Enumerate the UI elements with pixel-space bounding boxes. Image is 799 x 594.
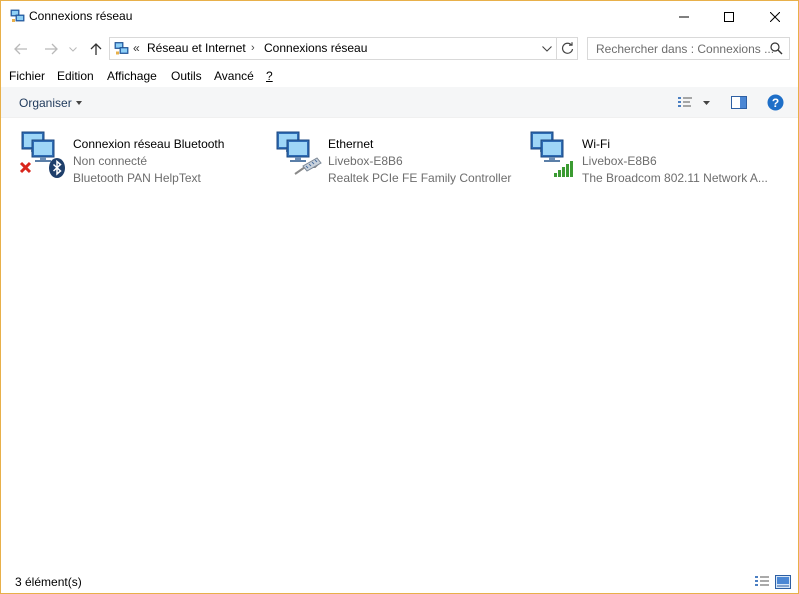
address-history-button[interactable] xyxy=(539,38,555,59)
item-count: 3 élément(s) xyxy=(15,575,82,589)
close-icon xyxy=(770,11,780,22)
bluetooth-network-icon xyxy=(19,131,65,178)
view-options-button[interactable] xyxy=(700,94,712,111)
title-bar: Connexions réseau xyxy=(1,1,798,32)
organize-button[interactable]: Organiser xyxy=(19,96,82,110)
connection-item-bluetooth[interactable]: Connexion réseau Bluetooth Non connecté … xyxy=(18,126,258,186)
preview-pane-button[interactable] xyxy=(730,94,748,111)
up-button[interactable] xyxy=(86,39,106,59)
window-title: Connexions réseau xyxy=(29,9,133,23)
chevron-down-icon xyxy=(542,45,552,52)
connection-device: Realtek PCIe FE Family Controller xyxy=(328,171,512,185)
ethernet-network-icon xyxy=(276,131,322,175)
connection-status: Livebox-E8B6 xyxy=(582,154,657,168)
search-input[interactable]: Rechercher dans : Connexions ... xyxy=(587,37,790,60)
connection-device: The Broadcom 802.11 Network A... xyxy=(582,171,768,185)
connection-name: Ethernet xyxy=(328,137,374,151)
connection-text: Connexion réseau Bluetooth Non connecté … xyxy=(73,136,224,187)
connection-name: Wi-Fi xyxy=(582,137,610,151)
back-button[interactable] xyxy=(11,39,31,59)
menu-affichage[interactable]: Affichage xyxy=(107,69,157,83)
breadcrumb-connexions-reseau[interactable]: Connexions réseau xyxy=(264,41,367,55)
preview-pane-icon xyxy=(731,96,747,109)
connection-device: Bluetooth PAN HelpText xyxy=(73,171,201,185)
menu-outils[interactable]: Outils xyxy=(171,69,202,83)
connection-text: Ethernet Livebox-E8B6 Realtek PCIe FE Fa… xyxy=(328,136,511,187)
refresh-button[interactable] xyxy=(556,38,577,59)
menu-avance[interactable]: Avancé xyxy=(214,69,254,83)
chevron-down-icon xyxy=(702,100,710,105)
address-overflow-button[interactable]: « xyxy=(133,41,140,55)
svg-text:?: ? xyxy=(771,96,778,110)
command-bar: Organiser ? xyxy=(1,87,798,118)
arrow-up-icon xyxy=(90,43,102,55)
connection-item-ethernet[interactable]: Ethernet Livebox-E8B6 Realtek PCIe FE Fa… xyxy=(273,126,513,186)
chevron-down-icon xyxy=(69,46,77,52)
status-bar: 3 élément(s) xyxy=(1,570,798,593)
help-icon: ? xyxy=(767,94,783,111)
connection-text: Wi-Fi Livebox-E8B6 The Broadcom 802.11 N… xyxy=(582,136,768,187)
change-view-button[interactable] xyxy=(676,94,694,111)
wifi-network-icon xyxy=(530,131,573,177)
connections-list: Connexion réseau Bluetooth Non connecté … xyxy=(1,118,798,570)
search-icon xyxy=(770,42,783,55)
forward-button[interactable] xyxy=(41,39,61,59)
maximize-button[interactable] xyxy=(706,1,752,32)
connection-status: Livebox-E8B6 xyxy=(328,154,403,168)
large-icons-view-icon[interactable] xyxy=(775,575,791,589)
window: Connexions réseau « Réseau et Internet ›… xyxy=(0,0,799,594)
organize-label: Organiser xyxy=(19,96,72,110)
minimize-button[interactable] xyxy=(661,1,707,32)
details-view-icon[interactable] xyxy=(754,575,770,589)
menu-fichier[interactable]: Fichier xyxy=(9,69,45,83)
refresh-icon xyxy=(561,42,573,54)
connection-name: Connexion réseau Bluetooth xyxy=(73,137,225,151)
connection-item-wifi[interactable]: Wi-Fi Livebox-E8B6 The Broadcom 802.11 N… xyxy=(527,126,777,186)
recent-locations-button[interactable] xyxy=(66,39,80,59)
menu-edition[interactable]: Edition xyxy=(57,69,94,83)
arrow-left-icon xyxy=(14,43,27,55)
address-bar[interactable]: « Réseau et Internet › Connexions réseau xyxy=(109,37,578,60)
network-connections-icon xyxy=(114,42,129,55)
close-button[interactable] xyxy=(752,1,798,32)
minimize-icon xyxy=(679,16,689,17)
menu-help[interactable]: ? xyxy=(266,69,273,83)
breadcrumb-separator[interactable]: › xyxy=(251,42,255,54)
connection-status: Non connecté xyxy=(73,154,148,168)
network-connections-icon xyxy=(10,9,25,22)
details-view-icon xyxy=(678,96,692,107)
breadcrumb-reseau-internet[interactable]: Réseau et Internet xyxy=(147,41,246,55)
arrow-right-icon xyxy=(45,43,58,55)
chevron-down-icon xyxy=(75,100,82,105)
help-button[interactable]: ? xyxy=(766,94,784,111)
maximize-icon xyxy=(724,11,734,22)
search-placeholder: Rechercher dans : Connexions ... xyxy=(596,42,775,56)
